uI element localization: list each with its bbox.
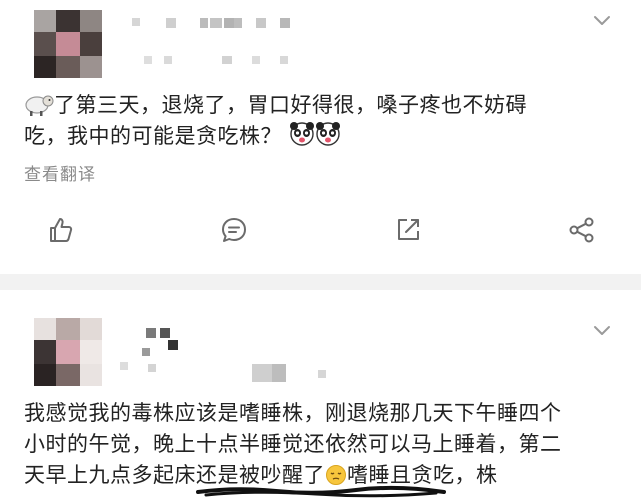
username-blurred[interactable] — [118, 326, 348, 386]
comment-icon — [222, 218, 246, 242]
post-menu-button[interactable] — [591, 320, 613, 342]
post-menu-button[interactable] — [591, 10, 613, 32]
sheep-emoji — [25, 95, 54, 116]
post-separator — [0, 274, 641, 290]
forward-button[interactable] — [388, 210, 428, 250]
post-text: 我感觉我的毒株应该是嗜睡株，刚退烧那几天下午睡四个 小时的午觉，晚上十点半睡觉还… — [24, 398, 624, 491]
redaction-scribble — [196, 485, 446, 498]
share-button[interactable] — [562, 210, 602, 250]
post-text-line: 吃，我中的可能是贪吃株？ — [24, 121, 624, 152]
forward-icon — [398, 219, 419, 240]
username-blurred[interactable] — [130, 14, 360, 64]
post-text-content: 吃，我中的可能是贪吃株？ — [24, 124, 282, 148]
like-button[interactable] — [40, 210, 80, 250]
post-text-line: 我感觉我的毒株应该是嗜睡株，刚退烧那几天下午睡四个 — [24, 401, 562, 425]
action-bar — [0, 210, 641, 254]
post-card: 我感觉我的毒株应该是嗜睡株，刚退烧那几天下午睡四个 小时的午觉，晚上十点半睡觉还… — [0, 290, 641, 503]
translate-link[interactable]: 查看翻译 — [24, 160, 96, 185]
post-text: 了第三天，退烧了，胃口好得很，嗓子疼也不妨碍 吃，我中的可能是贪吃株？ — [24, 90, 624, 152]
post-text-content: 了第三天，退烧了，胃口好得很，嗓子疼也不妨碍 — [54, 93, 527, 117]
post-card: 了第三天，退烧了，胃口好得很，嗓子疼也不妨碍 吃，我中的可能是贪吃株？ 查看翻译 — [0, 0, 641, 274]
sleepy-face-emoji — [326, 465, 346, 485]
post-text-line: 了第三天，退烧了，胃口好得很，嗓子疼也不妨碍 — [24, 90, 624, 121]
avatar[interactable] — [34, 10, 102, 78]
chevron-down-icon — [594, 326, 610, 335]
avatar[interactable] — [34, 318, 102, 386]
share-icon — [569, 217, 594, 243]
comment-button[interactable] — [214, 210, 254, 250]
panda-face-emoji — [316, 122, 341, 146]
post-text-line: 小时的午觉，晚上十点半睡觉还依然可以马上睡着，第二 — [24, 432, 562, 456]
chevron-down-icon — [594, 16, 610, 25]
thumbs-up-icon — [50, 218, 73, 242]
panda-face-emoji — [290, 122, 315, 146]
